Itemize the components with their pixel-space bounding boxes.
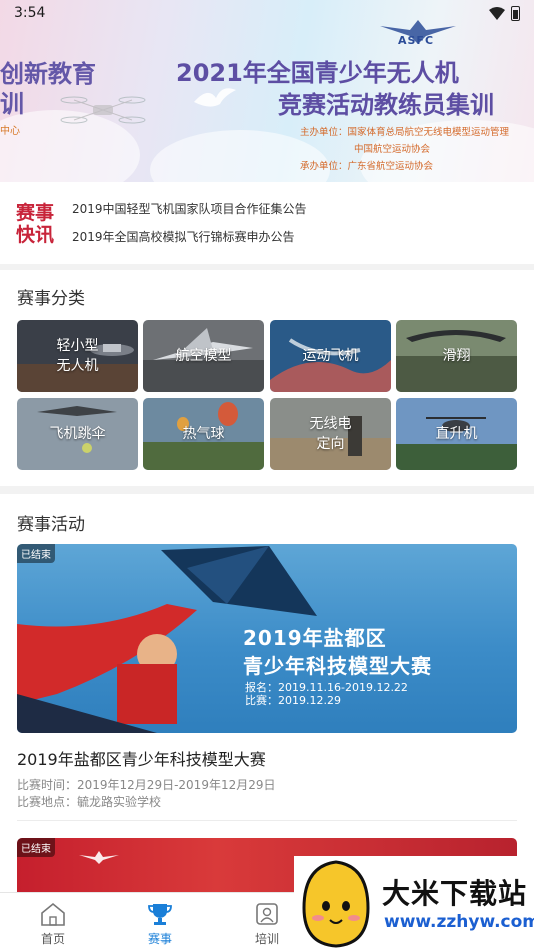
news-item[interactable]: 2019年全国高校模拟飞行锦标赛申办公告 bbox=[72, 228, 295, 245]
category-helicopter[interactable]: 直升机 bbox=[396, 398, 517, 470]
training-icon bbox=[256, 903, 278, 925]
nav-home-label: 首页 bbox=[40, 932, 65, 946]
category-label: 航空模型 bbox=[175, 348, 232, 364]
activity-section-title: 赛事活动 bbox=[17, 515, 85, 535]
news-logo-line1: 赛事 bbox=[16, 202, 55, 224]
banner-association: 中国航空运动协会 bbox=[354, 144, 431, 155]
status-time: 3:54 bbox=[14, 5, 46, 21]
top-banner[interactable]: 3:54 ASFC 创新教育 训 中心 2021年全国青少年无人机 竞赛活动教练… bbox=[0, 0, 534, 182]
category-radio-orienteering[interactable]: 无线电 定向 bbox=[270, 398, 391, 470]
poster-title-line1: 2019年盐都区 bbox=[243, 626, 387, 650]
category-label: 定向 bbox=[316, 436, 345, 452]
divider bbox=[17, 820, 517, 821]
banner-left-line2: 训 bbox=[0, 90, 24, 118]
poster-title-line2: 青少年科技模型大赛 bbox=[243, 654, 432, 678]
news-logo-line2: 快讯 bbox=[16, 224, 55, 246]
activity-poster[interactable]: 已结束 2019年盐都区 青少年科技模型大赛 报名：2019.11.16-201… bbox=[17, 544, 517, 733]
poster-competition-date: 比赛：2019.12.29 bbox=[245, 694, 341, 707]
watermark: 大米下载站 www.zzhyw.com bbox=[294, 856, 534, 950]
activity-title[interactable]: 2019年盐都区青少年科技模型大赛 bbox=[17, 746, 266, 770]
status-tag: 已结束 bbox=[17, 838, 55, 857]
app-screen: 3:54 ASFC 创新教育 训 中心 2021年全国青少年无人机 竞赛活动教练… bbox=[0, 0, 534, 950]
battery-icon bbox=[511, 6, 520, 21]
news-logo: 赛事 快讯 bbox=[16, 202, 60, 246]
news-item[interactable]: 2019中国轻型飞机国家队项目合作征集公告 bbox=[72, 200, 307, 217]
drone-illustration bbox=[60, 96, 146, 124]
category-drone[interactable]: 轻小型 无人机 bbox=[17, 320, 138, 392]
activity-location: 比赛地点：毓龙路实验学校 bbox=[17, 795, 162, 809]
asfc-logo-text: ASFC bbox=[398, 34, 435, 47]
category-label: 运动飞机 bbox=[302, 348, 359, 364]
category-skydiving[interactable]: 飞机跳伞 bbox=[17, 398, 138, 470]
banner-title-line2: 竞赛活动教练员集训 bbox=[278, 91, 494, 119]
category-section-title: 赛事分类 bbox=[17, 289, 85, 309]
category-label: 直升机 bbox=[435, 426, 478, 442]
watermark-text: 大米下载站 bbox=[382, 877, 528, 910]
news-section: 赛事 快讯 2019中国轻型飞机国家队项目合作征集公告 2019年全国高校模拟飞… bbox=[0, 182, 534, 264]
category-section: 赛事分类 轻小型 无人机 航空模型 运动飞机 滑翔 飞机跳伞 热气球 无线电 定… bbox=[0, 270, 534, 486]
status-tag: 已结束 bbox=[17, 544, 55, 563]
category-gliding[interactable]: 滑翔 bbox=[396, 320, 517, 392]
home-icon bbox=[41, 902, 65, 926]
banner-organizer: 承办单位：广东省航空运动协会 bbox=[300, 161, 434, 172]
category-label: 轻小型 bbox=[56, 338, 99, 354]
nav-home[interactable]: 首页 bbox=[13, 893, 93, 950]
trophy-icon bbox=[148, 904, 172, 925]
nav-competition-label: 赛事 bbox=[147, 932, 172, 946]
category-hot-air-balloon[interactable]: 热气球 bbox=[143, 398, 264, 470]
activity-time: 比赛时间：2019年12月29日-2019年12月29日 bbox=[17, 778, 276, 792]
banner-sponsor: 主办单位：国家体育总局航空无线电模型运动管理 bbox=[300, 127, 510, 138]
asfc-logo-icon bbox=[79, 851, 119, 864]
category-label: 无人机 bbox=[56, 358, 99, 374]
category-label: 热气球 bbox=[182, 426, 225, 442]
category-sport-aircraft[interactable]: 运动飞机 bbox=[270, 320, 391, 392]
rice-mascot-icon bbox=[302, 860, 370, 948]
category-aeromodel[interactable]: 航空模型 bbox=[143, 320, 264, 392]
wifi-icon bbox=[489, 7, 505, 20]
watermark-url: www.zzhyw.com bbox=[384, 912, 534, 932]
nav-competition[interactable]: 赛事 bbox=[120, 893, 200, 950]
category-label: 无线电 bbox=[309, 416, 352, 432]
banner-left-line3: 中心 bbox=[0, 126, 20, 137]
category-label: 滑翔 bbox=[442, 348, 471, 364]
category-label: 飞机跳伞 bbox=[49, 426, 106, 442]
banner-title-line1: 2021年全国青少年无人机 bbox=[176, 59, 459, 87]
